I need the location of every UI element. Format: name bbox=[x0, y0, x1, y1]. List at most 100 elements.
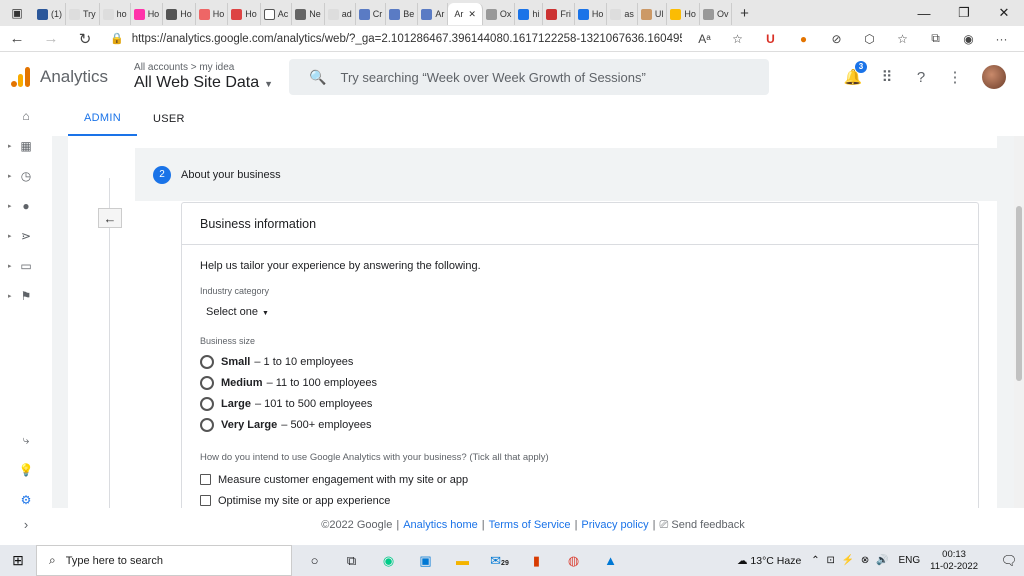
analytics-home-link[interactable]: Analytics home bbox=[403, 519, 478, 531]
restore-icon[interactable]: ❐ bbox=[944, 0, 984, 26]
radio-button[interactable] bbox=[200, 375, 214, 390]
attribution-icon[interactable]: ⤷ bbox=[0, 428, 52, 452]
search-input[interactable]: 🔍 Try searching “Week over Week Growth of… bbox=[289, 59, 770, 95]
scroll-thumb[interactable] bbox=[1016, 206, 1022, 381]
browser-tab[interactable]: ho bbox=[100, 3, 131, 25]
browser-tab[interactable]: Ox bbox=[483, 3, 516, 25]
help-icon[interactable]: ? bbox=[904, 69, 938, 86]
read-aloud-icon[interactable]: Aᵃ bbox=[688, 32, 721, 46]
acquisition-icon[interactable]: ▸ ⋗ bbox=[0, 224, 52, 248]
edge-icon[interactable]: ◉ bbox=[370, 553, 407, 569]
radio-button[interactable] bbox=[200, 354, 214, 369]
back-icon[interactable]: ← bbox=[0, 30, 34, 47]
photos-icon[interactable]: ▲ bbox=[592, 553, 629, 568]
checkbox[interactable] bbox=[200, 495, 211, 506]
checkbox[interactable] bbox=[200, 474, 211, 485]
collections-icon[interactable]: ⧉ bbox=[919, 31, 952, 46]
expand-nav-icon[interactable]: › bbox=[0, 512, 52, 536]
radio-button[interactable] bbox=[200, 396, 214, 411]
page-scrollbar[interactable] bbox=[1014, 136, 1024, 508]
browser-tab[interactable]: Be bbox=[386, 3, 419, 25]
tab-admin[interactable]: ADMIN bbox=[68, 102, 137, 136]
browser-tab[interactable]: as bbox=[607, 3, 638, 25]
browser-tab[interactable]: (1) bbox=[34, 3, 66, 25]
back-arrow-button[interactable]: ← bbox=[98, 208, 122, 228]
size-option-small[interactable]: Small – 1 to 10 employees bbox=[200, 354, 960, 369]
home-icon[interactable]: ⌂ bbox=[0, 104, 52, 128]
conversions-icon[interactable]: ▸ ⚑ bbox=[0, 284, 52, 308]
apps-icon[interactable]: ⠿ bbox=[870, 68, 904, 86]
radio-button[interactable] bbox=[200, 417, 214, 432]
lock-icon[interactable]: 🔒 bbox=[110, 32, 124, 45]
more-vert-icon[interactable]: ⋮ bbox=[938, 68, 972, 86]
language-indicator[interactable]: ENG bbox=[898, 555, 920, 566]
browser-tab-active[interactable]: Ar ✕ bbox=[448, 3, 483, 25]
url-field[interactable]: 🔒 https://analytics.google.com/analytics/… bbox=[102, 28, 682, 50]
browser-tab[interactable]: Ho bbox=[163, 3, 196, 25]
browser-tab[interactable]: Try bbox=[66, 3, 100, 25]
favorites-icon[interactable]: ☆ bbox=[886, 32, 919, 46]
cortana-icon[interactable]: ○ bbox=[296, 553, 333, 568]
close-tab-icon[interactable]: ✕ bbox=[468, 9, 476, 20]
mail-icon[interactable]: ✉29 bbox=[481, 553, 518, 569]
extension-u-icon[interactable]: U bbox=[754, 32, 787, 46]
minimize-icon[interactable]: — bbox=[904, 0, 944, 26]
browser-tab[interactable]: Ar bbox=[418, 3, 449, 25]
tab-actions-icon[interactable]: ▣ bbox=[0, 2, 34, 24]
weather-widget[interactable]: ☁ 13°C Haze bbox=[737, 555, 801, 567]
tab-user[interactable]: USER bbox=[137, 102, 201, 136]
browser-tab[interactable]: Ne bbox=[292, 3, 325, 25]
property-name[interactable]: All Web Site Data ▼ bbox=[134, 74, 273, 92]
browser-tab[interactable]: ad bbox=[325, 3, 356, 25]
size-option-large[interactable]: Large – 101 to 500 employees bbox=[200, 396, 960, 411]
size-option-very-large[interactable]: Very Large – 500+ employees bbox=[200, 417, 960, 432]
discover-icon[interactable]: 💡 bbox=[0, 458, 52, 482]
browser-tab[interactable]: Ac bbox=[261, 3, 293, 25]
tray-icons[interactable]: ⌃ ⊡ ⚡ ⊗ 🔊 bbox=[811, 555, 890, 566]
office-icon[interactable]: ▮ bbox=[518, 553, 555, 569]
avatar[interactable] bbox=[982, 65, 1006, 89]
browser-tab[interactable]: Ul bbox=[638, 3, 668, 25]
audience-icon[interactable]: ▸ ● bbox=[0, 194, 52, 218]
extension-icon[interactable]: ⊘ bbox=[820, 32, 853, 46]
refresh-icon[interactable]: ↻ bbox=[68, 30, 102, 48]
new-tab-button[interactable]: + bbox=[732, 5, 756, 22]
browser-tab[interactable]: Ho bbox=[575, 3, 608, 25]
task-view-icon[interactable]: ⧉ bbox=[333, 553, 370, 569]
privacy-link[interactable]: Privacy policy bbox=[581, 519, 648, 531]
windows-start-icon[interactable]: ⊞ bbox=[0, 552, 36, 569]
admin-gear-icon[interactable]: ⚙ bbox=[0, 488, 52, 512]
taskbar-search-input[interactable]: ⌕ Type here to search bbox=[36, 545, 292, 576]
browser-tab[interactable]: Ho bbox=[196, 3, 229, 25]
notifications-icon[interactable]: 🔔 3 bbox=[836, 61, 870, 86]
browser-tab[interactable]: Ho bbox=[228, 3, 261, 25]
extensions-icon[interactable]: ⬡ bbox=[853, 32, 886, 46]
realtime-icon[interactable]: ▸ ◷ bbox=[0, 164, 52, 188]
notification-center-icon[interactable]: 🗨 bbox=[994, 553, 1024, 569]
favorite-add-icon[interactable]: ☆ bbox=[721, 32, 754, 46]
more-icon[interactable]: ··· bbox=[985, 32, 1018, 46]
browser-tab[interactable]: Fri bbox=[543, 3, 575, 25]
browser-tab[interactable]: Ho bbox=[667, 3, 700, 25]
size-option-medium[interactable]: Medium – 11 to 100 employees bbox=[200, 375, 960, 390]
browser-tab[interactable]: Cr bbox=[356, 3, 387, 25]
close-window-icon[interactable]: ✕ bbox=[984, 0, 1024, 26]
feedback-link[interactable]: ⎚ Send feedback bbox=[660, 519, 745, 532]
behavior-icon[interactable]: ▸ ▭ bbox=[0, 254, 52, 278]
chrome-icon[interactable]: ◍ bbox=[555, 553, 592, 569]
usage-option[interactable]: Optimise my site or app experience bbox=[200, 494, 960, 507]
clock[interactable]: 00:13 11-02-2022 bbox=[930, 549, 978, 573]
customization-icon[interactable]: ▸ ▦ bbox=[0, 134, 52, 158]
extension-icon[interactable]: ● bbox=[787, 32, 820, 46]
terms-link[interactable]: Terms of Service bbox=[489, 519, 571, 531]
usage-option[interactable]: Measure customer engagement with my site… bbox=[200, 473, 960, 486]
forward-icon[interactable]: → bbox=[34, 30, 68, 47]
store-icon[interactable]: ▣ bbox=[407, 553, 444, 569]
profile-icon[interactable]: ◉ bbox=[952, 32, 985, 46]
browser-tab[interactable]: Ov bbox=[700, 3, 733, 25]
industry-select[interactable]: Select one ▼ bbox=[206, 306, 960, 318]
account-selector[interactable]: All accounts > my idea All Web Site Data… bbox=[134, 62, 273, 92]
file-explorer-icon[interactable]: ▬ bbox=[444, 553, 481, 568]
browser-tab[interactable]: Ho bbox=[131, 3, 164, 25]
browser-tab[interactable]: hi bbox=[515, 3, 544, 25]
